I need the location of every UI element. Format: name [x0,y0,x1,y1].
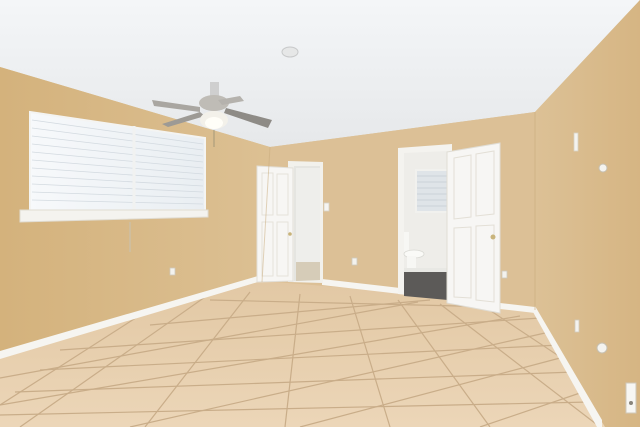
bathroom-window [415,169,449,213]
right-wall-jack-upper [598,163,608,173]
room-scene [0,0,640,427]
room-photo [0,0,640,427]
right-wall-switch [573,132,579,152]
right-wall-outlet-mid [574,319,580,333]
closet-door [256,165,294,283]
right-wall-jack-lower [596,342,608,354]
bathroom-door [446,142,501,314]
outlet-back-wall-left [351,257,358,266]
bathroom-door-knob [490,234,496,240]
outlet-back-wall-right [501,270,508,279]
bathroom-doorway [398,144,452,300]
right-wall-outlet-low [625,382,637,414]
closet-door-knob [288,232,292,236]
smoke-detector [281,46,299,58]
outlet-left-wall [169,267,176,276]
light-switch [323,202,330,212]
